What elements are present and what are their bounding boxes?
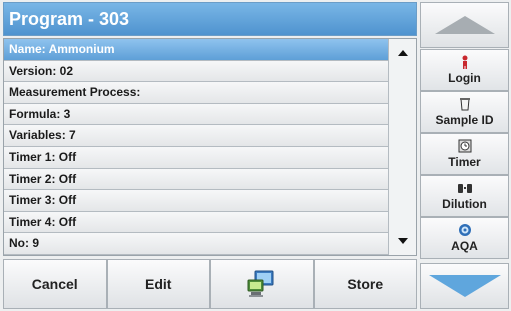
aqa-button[interactable]: AQA (420, 217, 509, 259)
list-item-timer-3[interactable]: Timer 3: Off (4, 190, 389, 212)
list-item-name[interactable]: Name: Ammonium (4, 39, 389, 61)
list-item-timer-1[interactable]: Timer 1: Off (4, 146, 389, 169)
sample-id-label: Sample ID (435, 113, 494, 127)
list-item-variables[interactable]: Variables: 7 (4, 125, 389, 147)
login-button[interactable]: Login (420, 49, 509, 91)
list-item-timer-4[interactable]: Timer 4: Off (4, 211, 389, 234)
pc-transfer-button[interactable] (210, 259, 314, 309)
list-item-measurement-process[interactable]: Measurement Process: (4, 82, 389, 104)
scroll-down-button[interactable] (392, 231, 414, 251)
list-item-timer-2[interactable]: Timer 2: Off (4, 168, 389, 191)
program-screen: Program - 303 Name: Ammonium Version: 02… (0, 0, 511, 311)
page-title: Program - 303 (9, 9, 130, 29)
program-info-list: Name: Ammonium Version: 02 Measurement P… (3, 38, 417, 256)
dilution-button[interactable]: Dilution (420, 175, 509, 217)
timer-button[interactable]: Timer (420, 133, 509, 175)
right-sidebar: Login Sample ID Timer Dilution AQA (420, 2, 509, 309)
timer-label: Timer (448, 155, 481, 169)
list-item-formula[interactable]: Formula: 3 (4, 103, 389, 126)
arrow-down-icon (428, 275, 501, 297)
aqa-label: AQA (451, 239, 478, 253)
timer-icon (458, 139, 472, 153)
sample-cup-icon (459, 97, 471, 111)
list-rows: Name: Ammonium Version: 02 Measurement P… (4, 39, 389, 255)
list-item-no[interactable]: No: 9 (4, 233, 389, 255)
bottom-toolbar: Cancel Edit Store (3, 259, 417, 309)
edit-button[interactable]: Edit (106, 259, 210, 309)
triangle-up-icon (398, 50, 408, 56)
nav-down-button[interactable] (420, 263, 509, 309)
list-scrollbar[interactable] (388, 39, 416, 255)
list-item-version[interactable]: Version: 02 (4, 60, 389, 83)
sample-id-button[interactable]: Sample ID (420, 91, 509, 133)
dilution-icon (457, 181, 473, 195)
store-button[interactable]: Store (313, 259, 417, 309)
cancel-button[interactable]: Cancel (3, 259, 107, 309)
computer-icon (247, 270, 274, 297)
nav-up-button[interactable] (420, 2, 509, 48)
person-icon (460, 55, 470, 69)
title-bar: Program - 303 (3, 2, 417, 36)
aqa-icon (458, 223, 472, 237)
dilution-label: Dilution (442, 197, 487, 211)
arrow-up-icon (434, 16, 495, 34)
login-label: Login (448, 71, 481, 85)
triangle-down-icon (398, 238, 408, 244)
scroll-up-button[interactable] (392, 43, 414, 63)
